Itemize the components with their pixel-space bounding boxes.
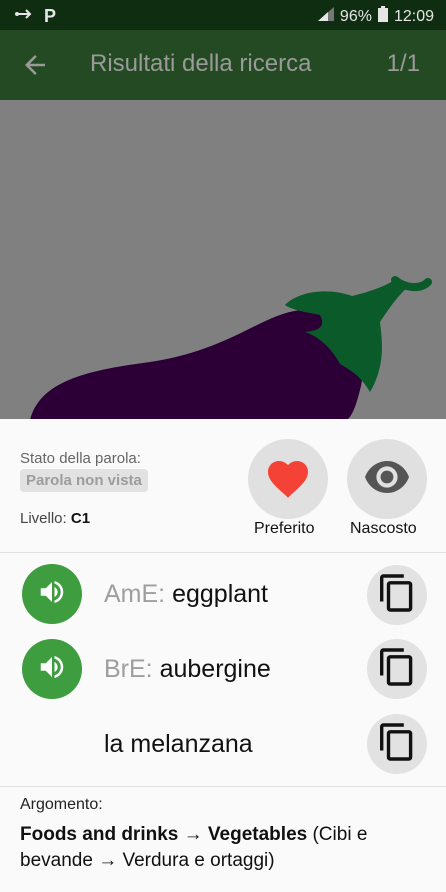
level-value: C1 <box>70 510 91 527</box>
eye-icon <box>363 460 411 499</box>
heart-icon <box>264 455 312 504</box>
play-bre-button[interactable] <box>22 639 82 699</box>
topic-translation-arrow: → <box>98 850 118 871</box>
topic-arrow: → <box>183 824 203 845</box>
copy-italian-button[interactable] <box>367 714 427 774</box>
result-counter: 1/1 <box>386 50 420 77</box>
translation-italian: la melanzana <box>104 730 253 758</box>
word-illustration <box>0 100 446 420</box>
usb-icon <box>14 7 34 26</box>
topic-category: Foods and drinks <box>20 824 179 845</box>
hidden-button[interactable] <box>347 439 427 519</box>
eggplant-body <box>30 309 363 420</box>
topic-translation-sub: Verdura e ortaggi) <box>122 850 275 871</box>
back-arrow-icon[interactable] <box>20 50 50 80</box>
play-ame-button[interactable] <box>22 564 82 624</box>
clock: 12:09 <box>393 7 434 25</box>
word-state-label: Stato della parola: <box>20 450 141 467</box>
level-label: Livello: <box>20 510 67 527</box>
divider <box>0 552 446 553</box>
copy-ame-button[interactable] <box>367 565 427 625</box>
favorite-button[interactable] <box>248 439 328 519</box>
bre-word: aubergine <box>159 655 271 683</box>
topic-subcategory: Vegetables <box>207 824 308 845</box>
status-bar: P 96% 12:09 <box>0 0 446 30</box>
copy-icon <box>380 647 414 691</box>
status-badge: Parola non vista <box>20 469 148 492</box>
level-text: Livello: C1 <box>20 510 90 527</box>
translation-ame: AmE: eggplant <box>104 580 268 609</box>
battery-icon <box>377 6 388 27</box>
speaker-icon <box>37 577 67 612</box>
divider <box>0 786 446 787</box>
favorite-label: Preferito <box>254 520 315 537</box>
signal-icon <box>317 7 334 26</box>
copy-icon <box>380 573 414 617</box>
copy-bre-button[interactable] <box>367 639 427 699</box>
ame-word: eggplant <box>172 580 269 608</box>
battery-text: 96% <box>339 7 372 25</box>
speaker-icon <box>37 652 67 687</box>
bre-prefix: BrE: <box>104 655 153 683</box>
topic-label: Argomento: <box>20 796 103 813</box>
p-icon: P <box>44 6 57 26</box>
app-bar: Risultati della ricerca 1/1 <box>0 30 446 100</box>
translation-bre: BrE: aubergine <box>104 655 271 684</box>
topic-path: Foods and drinks → Vegetables (Cibi e be… <box>20 822 430 874</box>
copy-icon <box>380 722 414 766</box>
ame-prefix: AmE: <box>104 580 166 608</box>
hidden-label: Nascosto <box>350 520 417 537</box>
page-title: Risultati della ricerca <box>90 50 312 77</box>
